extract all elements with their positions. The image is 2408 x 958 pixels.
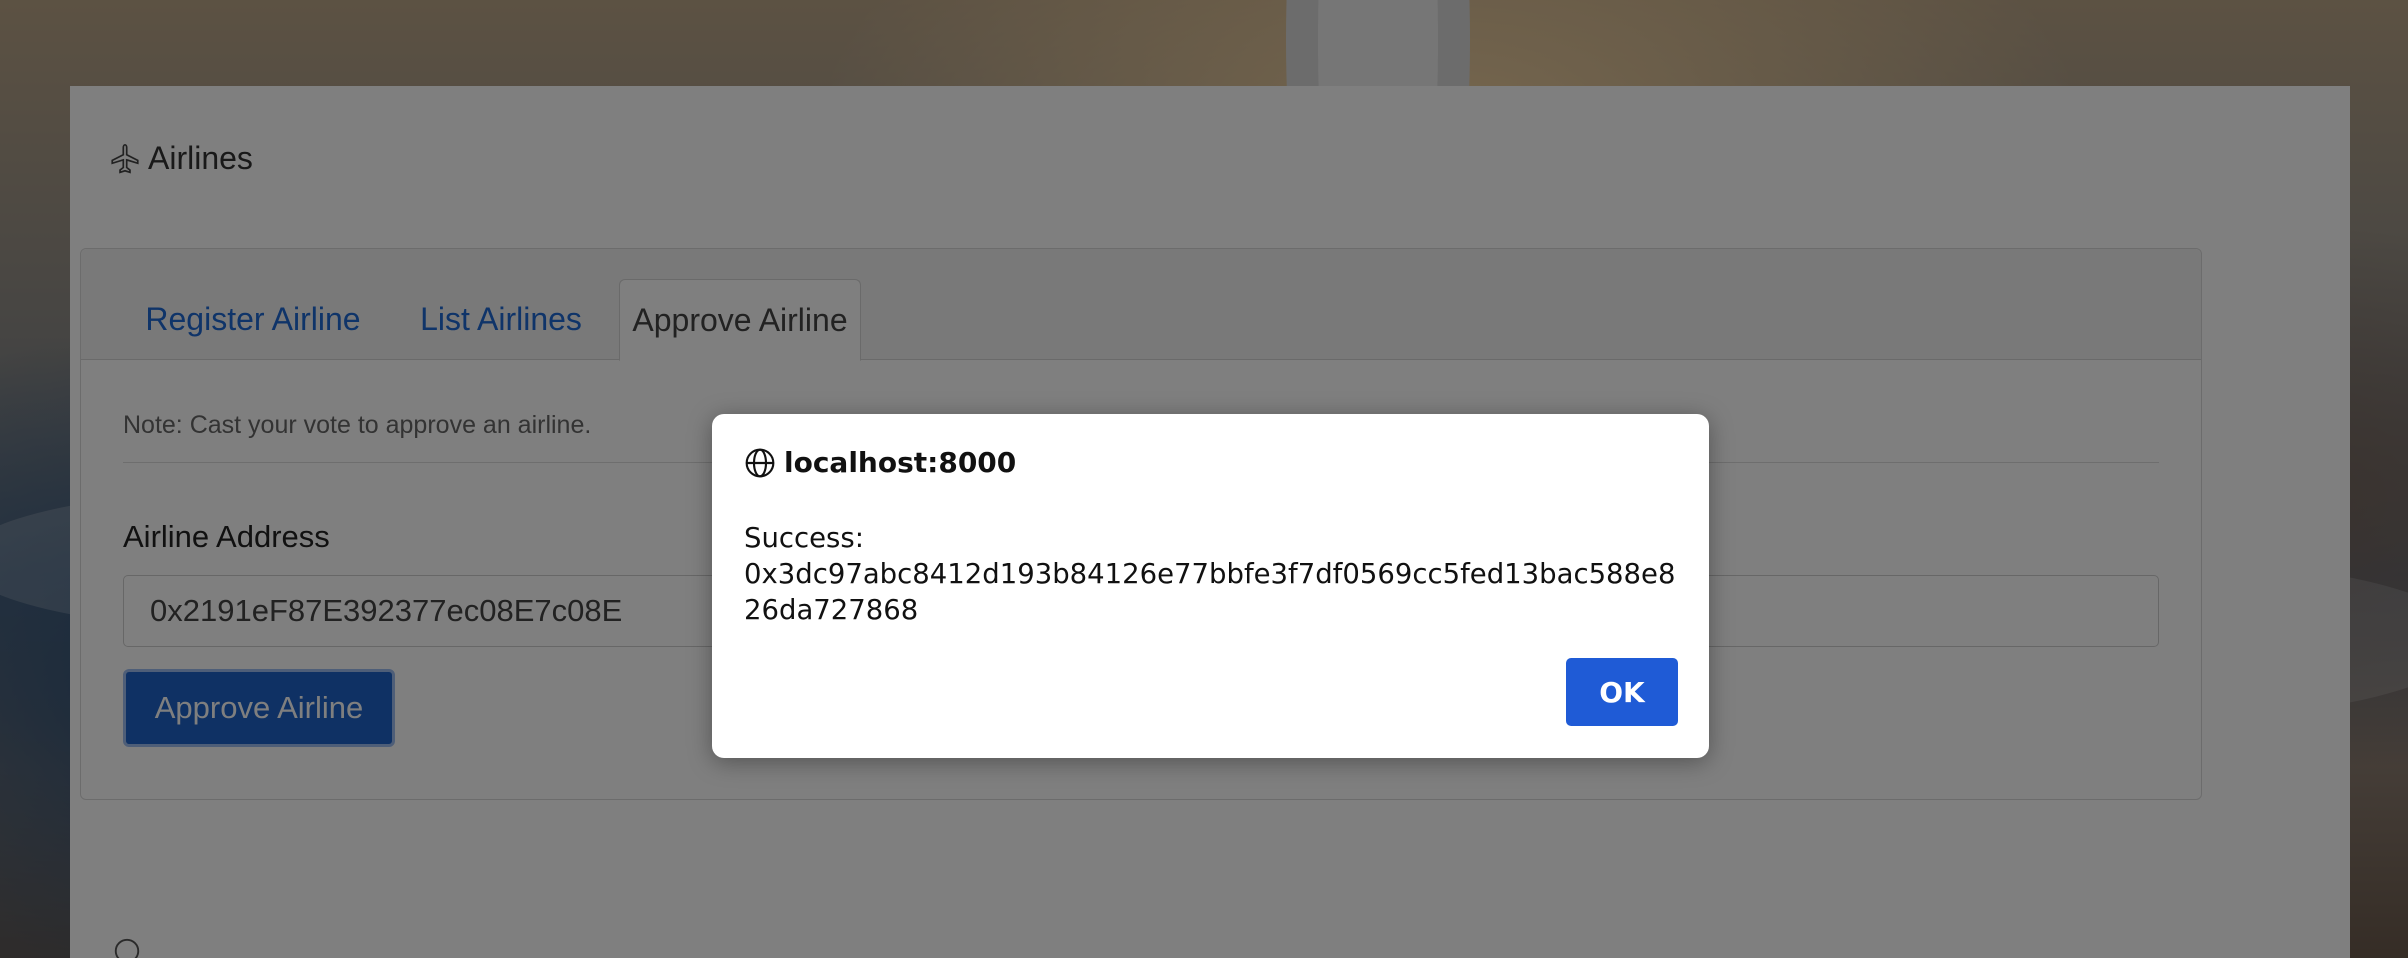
dialog-header: localhost:8000	[744, 446, 1016, 479]
alert-dialog: localhost:8000 Success: 0x3dc97abc8412d1…	[712, 414, 1709, 758]
dialog-origin: localhost:8000	[784, 446, 1017, 479]
globe-icon	[745, 448, 775, 477]
browser-viewport: Airlines Register Airline List Airlines …	[0, 0, 2408, 958]
ok-button[interactable]: OK	[1566, 658, 1678, 726]
dialog-message: Success: 0x3dc97abc8412d193b84126e77bbfe…	[744, 522, 1676, 626]
